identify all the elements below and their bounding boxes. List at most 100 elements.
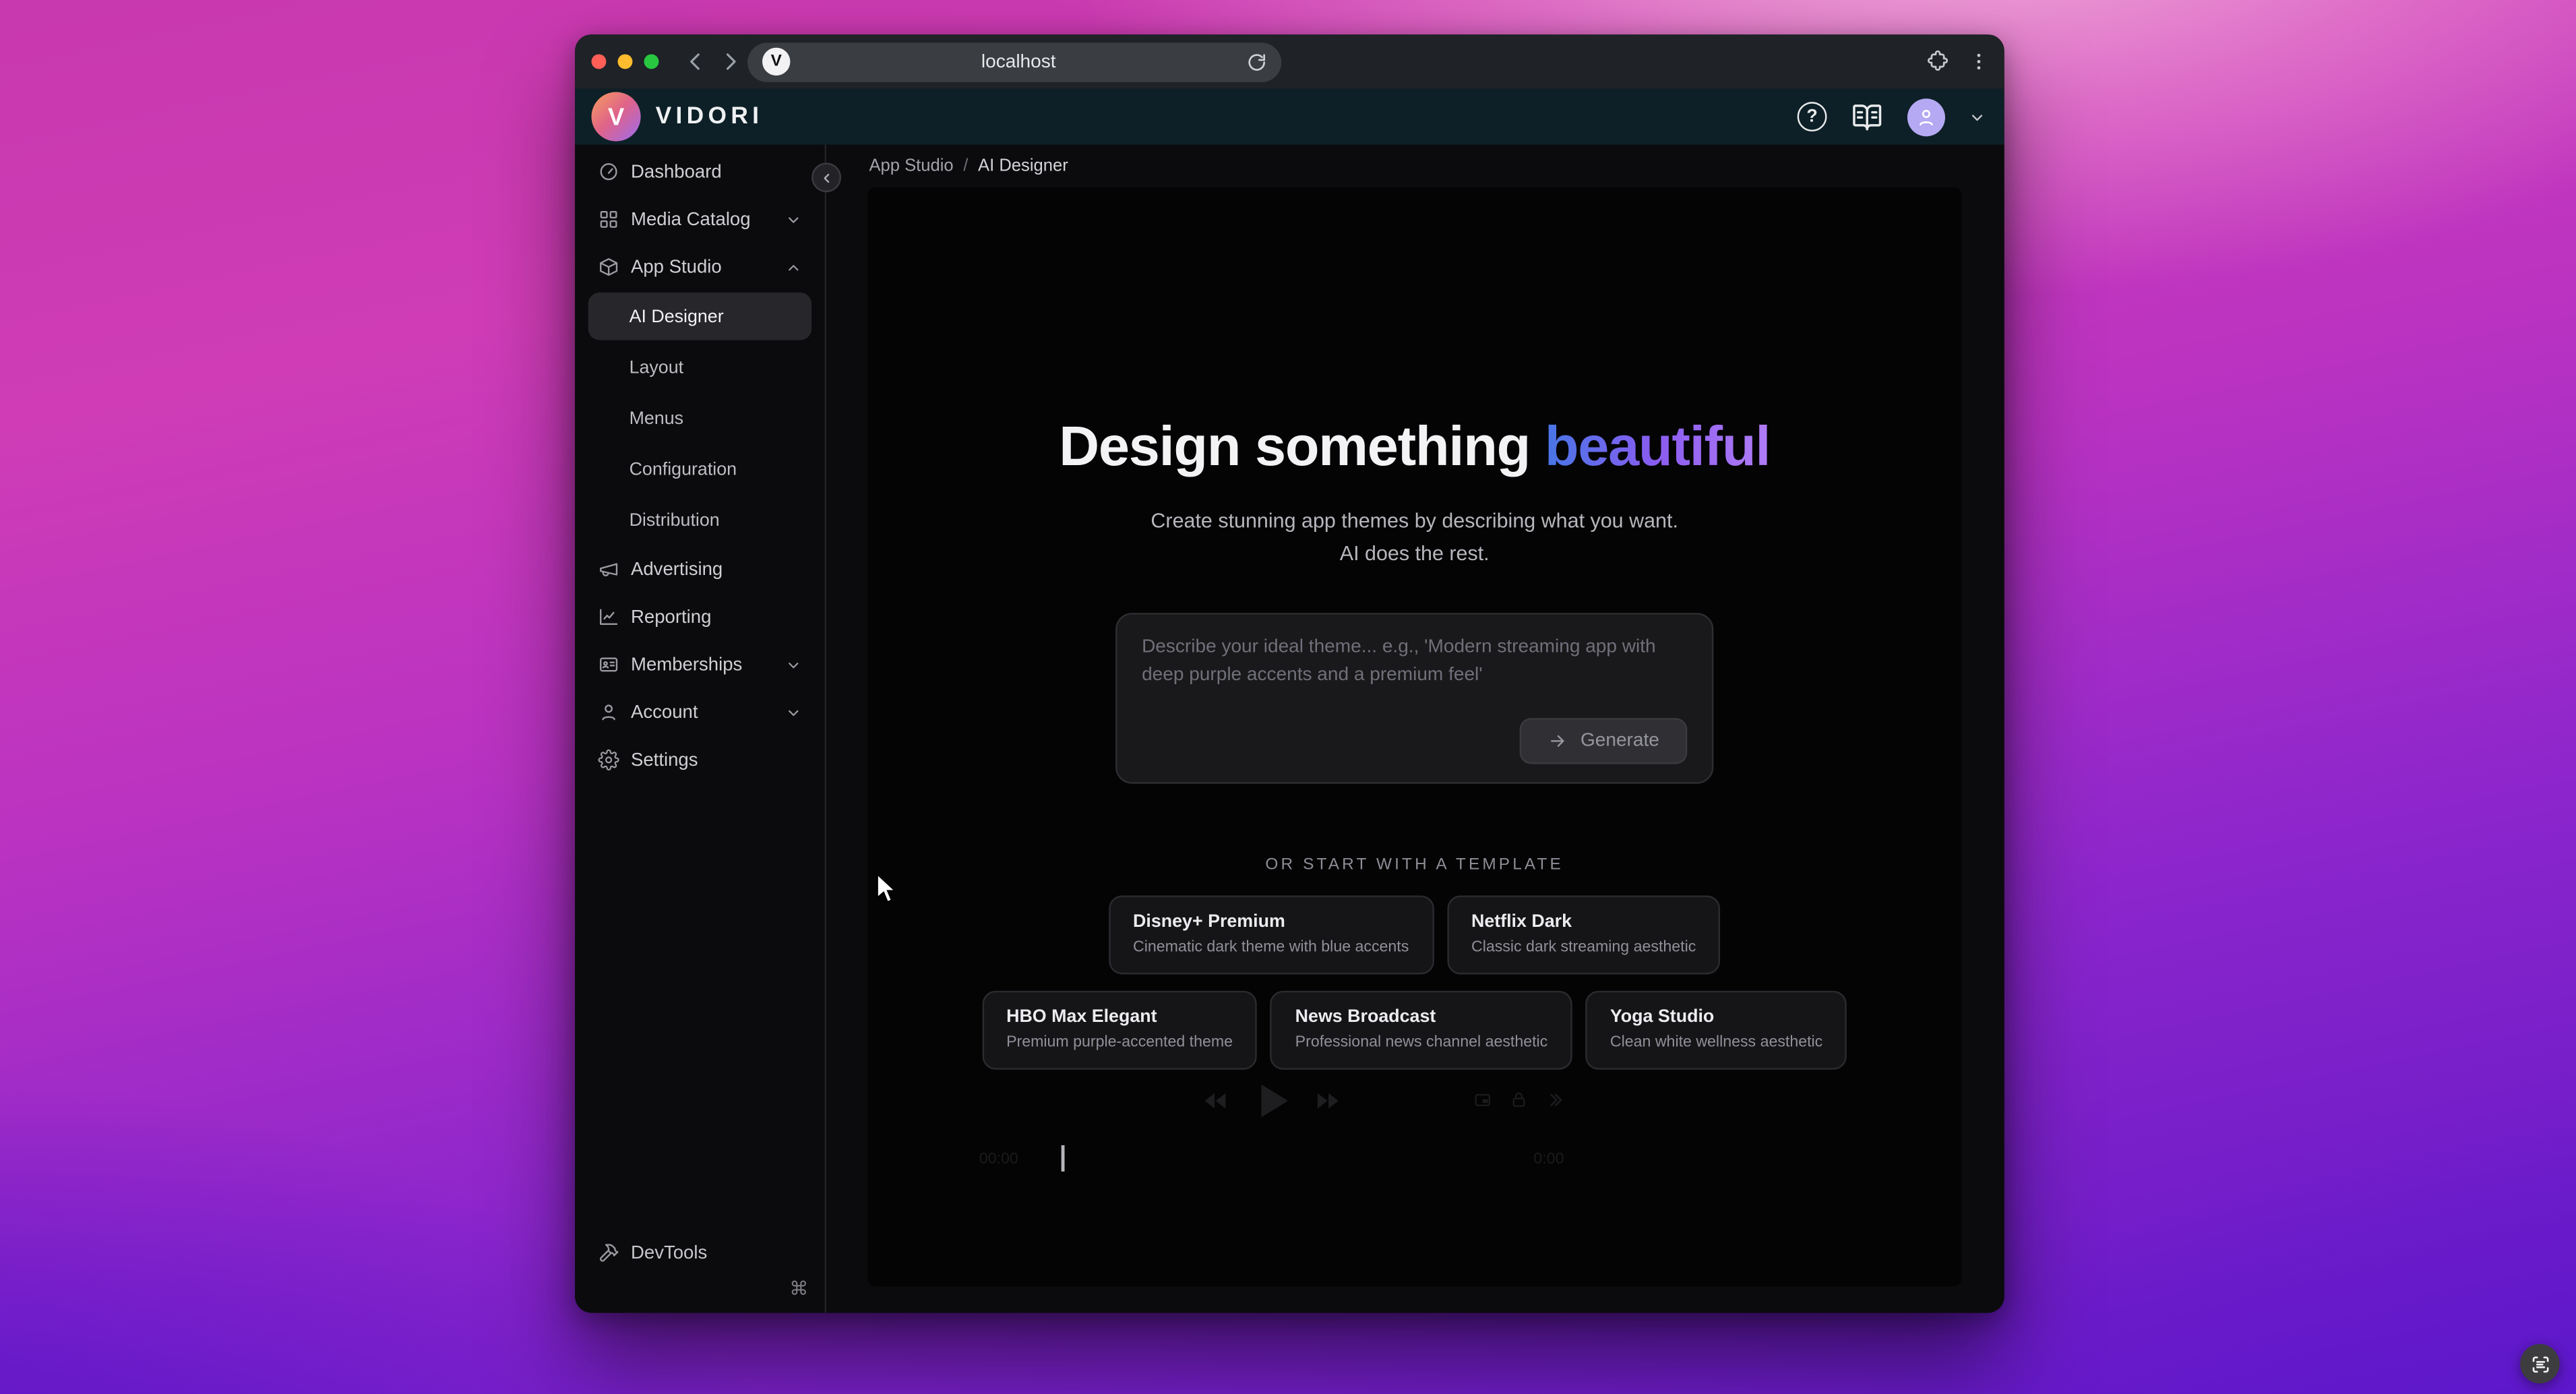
sidebar-subitem-ai-designer[interactable]: AI Designer: [588, 293, 812, 340]
sidebar-item-label: Dashboard: [631, 162, 722, 181]
template-name: Disney+ Premium: [1133, 912, 1409, 932]
designer-canvas: Design something beautiful Create stunni…: [867, 187, 1961, 1287]
rewind-icon: [1202, 1088, 1229, 1114]
sidebar-subitem-configuration[interactable]: Configuration: [588, 446, 812, 493]
traffic-lights: [575, 54, 658, 69]
subitem-label: Layout: [630, 357, 684, 377]
grid-icon: [598, 209, 619, 231]
page-subtitle: Create stunning app themes by describing…: [1151, 506, 1678, 570]
lock-icon: [1510, 1091, 1528, 1110]
theme-preview-player: 00:00 0:00: [976, 1066, 1568, 1172]
back-button[interactable]: [685, 51, 706, 73]
breadcrumb-separator: /: [963, 156, 968, 176]
chevron-down-icon: [785, 657, 801, 673]
duration-time: 0:00: [1533, 1150, 1564, 1168]
template-name: Netflix Dark: [1471, 912, 1696, 932]
sidebar-item-advertising[interactable]: Advertising: [575, 545, 825, 593]
account-chevron-down-icon[interactable]: [1970, 109, 1985, 124]
prompt-card: Generate: [1115, 613, 1713, 784]
sidebar-item-label: Media Catalog: [631, 210, 751, 229]
help-icon[interactable]: ?: [1798, 102, 1827, 131]
hammer-icon: [598, 1242, 619, 1264]
gauge-icon: [598, 161, 619, 183]
zoom-button[interactable]: [644, 54, 659, 69]
vidori-logo[interactable]: V: [592, 92, 641, 142]
sidebar-subitem-distribution[interactable]: Distribution: [588, 496, 812, 544]
template-description: Classic dark streaming aesthetic: [1471, 938, 1696, 957]
breadcrumb-parent[interactable]: App Studio: [869, 156, 953, 176]
chevron-down-icon: [785, 704, 801, 720]
sidebar-item-memberships[interactable]: Memberships: [575, 641, 825, 689]
cube-icon: [598, 256, 619, 278]
sidebar-subitem-layout[interactable]: Layout: [588, 343, 812, 391]
template-description: Professional news channel aesthetic: [1295, 1033, 1548, 1052]
template-description: Cinematic dark theme with blue accents: [1133, 938, 1409, 957]
extensions-icon[interactable]: [1926, 49, 1951, 74]
subitem-label: Distribution: [630, 510, 720, 530]
brand-name: VIDORI: [656, 104, 764, 130]
sidebar-item-label: App Studio: [631, 257, 722, 276]
template-name: Yoga Studio: [1610, 1007, 1822, 1027]
sidebar-item-label: Reporting: [631, 607, 711, 627]
main-content: App Studio / AI Designer Design somethin…: [826, 145, 2004, 1313]
browser-menu-icon[interactable]: [1968, 51, 1990, 73]
page-title-accent: beautiful: [1545, 416, 1770, 479]
sidebar-subitem-menus[interactable]: Menus: [588, 394, 812, 442]
devtools-label: DevTools: [631, 1243, 707, 1263]
sidebar-item-app-studio[interactable]: App Studio: [575, 243, 825, 291]
subitem-label: AI Designer: [630, 307, 724, 326]
sidebar-item-reporting[interactable]: Reporting: [575, 593, 825, 641]
scan-text-button[interactable]: [2520, 1344, 2560, 1384]
site-favicon: V: [762, 48, 790, 75]
app-header: V VIDORI ?: [575, 89, 2004, 145]
docs-icon[interactable]: [1851, 101, 1882, 132]
subtitle-line-2: AI does the rest.: [1151, 538, 1678, 570]
sidebar-item-label: Memberships: [631, 655, 742, 674]
command-key-hint: ⌘: [789, 1277, 808, 1313]
generate-label: Generate: [1581, 731, 1659, 751]
template-name: News Broadcast: [1295, 1007, 1548, 1027]
template-section-label: OR START WITH A TEMPLATE: [1265, 856, 1564, 874]
sidebar-item-label: Account: [631, 702, 698, 722]
template-description: Premium purple-accented theme: [1006, 1033, 1233, 1052]
generate-button[interactable]: Generate: [1520, 718, 1688, 764]
address-bar[interactable]: V localhost: [747, 42, 1281, 82]
pip-icon: [1473, 1091, 1492, 1110]
breadcrumb-current: AI Designer: [978, 156, 1068, 176]
url-text: localhost: [790, 52, 1247, 71]
template-card-yoga[interactable]: Yoga Studio Clean white wellness aesthet…: [1585, 991, 1847, 1070]
arrow-right-icon: [1547, 731, 1567, 751]
desktop-wallpaper: V localhost V VIDORI ?: [0, 0, 2576, 1394]
template-card-news[interactable]: News Broadcast Professional news channel…: [1270, 991, 1572, 1070]
id-card-icon: [598, 654, 619, 675]
template-description: Clean white wellness aesthetic: [1610, 1033, 1822, 1052]
megaphone-icon: [598, 559, 619, 580]
subitem-label: Configuration: [630, 459, 737, 479]
fast-forward-icon: [1314, 1088, 1341, 1114]
page-title: Design something beautiful: [1059, 414, 1770, 480]
template-card-disney[interactable]: Disney+ Premium Cinematic dark theme wit…: [1108, 895, 1433, 974]
sidebar-item-media-catalog[interactable]: Media Catalog: [575, 195, 825, 243]
reload-icon[interactable]: [1247, 52, 1266, 71]
template-card-hbo[interactable]: HBO Max Elegant Premium purple-accented …: [982, 991, 1258, 1070]
subtitle-line-1: Create stunning app themes by describing…: [1151, 506, 1678, 539]
theme-prompt-input[interactable]: [1142, 634, 1687, 710]
chevron-down-icon: [785, 211, 801, 227]
template-card-netflix[interactable]: Netflix Dark Classic dark streaming aest…: [1446, 895, 1720, 974]
close-button[interactable]: [592, 54, 607, 69]
subitem-label: Menus: [630, 408, 684, 428]
sidebar-item-label: Advertising: [631, 559, 723, 579]
template-name: HBO Max Elegant: [1006, 1007, 1233, 1027]
browser-window: V localhost V VIDORI ?: [575, 34, 2004, 1312]
sidebar-item-devtools[interactable]: DevTools: [575, 1229, 825, 1277]
breadcrumb: App Studio / AI Designer: [826, 145, 2004, 187]
elapsed-time: 00:00: [979, 1150, 1018, 1168]
minimize-button[interactable]: [618, 54, 633, 69]
sidebar-item-settings[interactable]: Settings: [575, 736, 825, 784]
sidebar-item-dashboard[interactable]: Dashboard: [575, 148, 825, 195]
app-body: Dashboard Media Catalog App Studio AI De…: [575, 145, 2004, 1313]
forward-button[interactable]: [720, 51, 741, 73]
avatar[interactable]: [1907, 98, 1945, 135]
sidebar-item-account[interactable]: Account: [575, 688, 825, 736]
sidebar-collapse-button[interactable]: [811, 162, 841, 192]
